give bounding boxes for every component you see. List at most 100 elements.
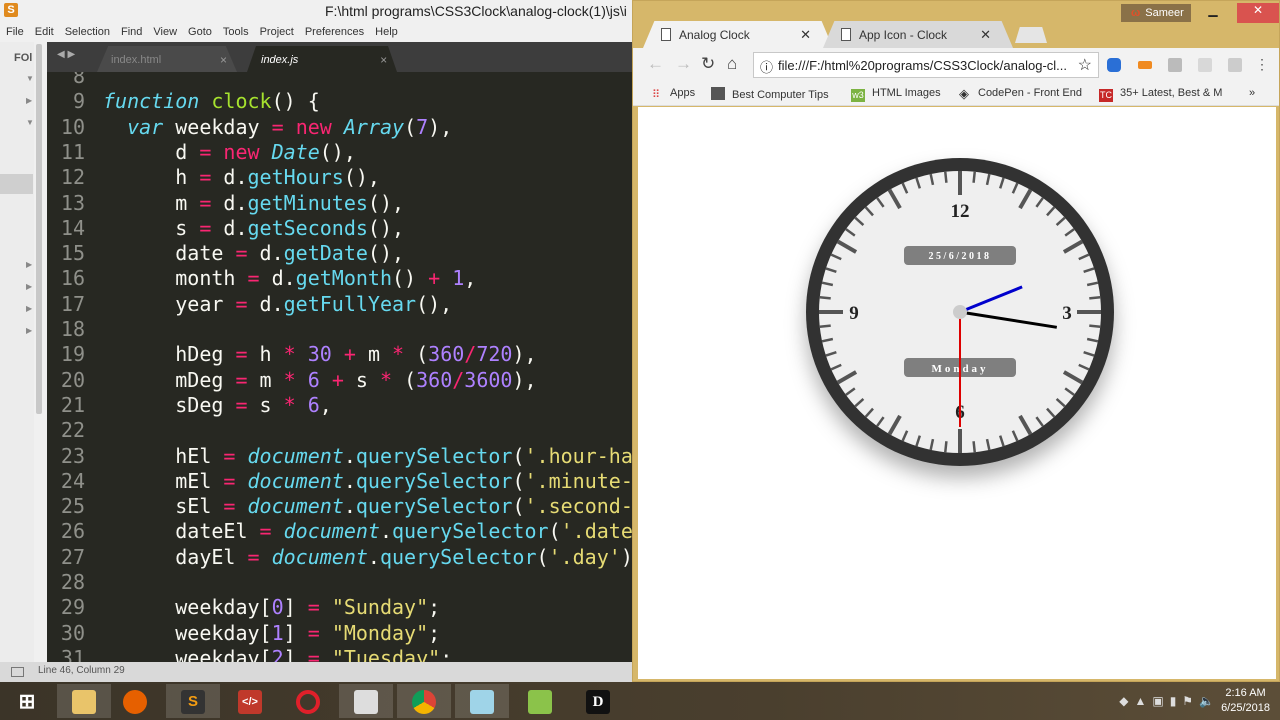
minimize-button[interactable]: ▁ xyxy=(1198,3,1228,23)
taskbar-bluestacks[interactable] xyxy=(513,684,567,718)
home-icon[interactable]: ⌂ xyxy=(727,54,737,74)
close-icon[interactable]: ✕ xyxy=(980,27,991,43)
code-token: = xyxy=(235,291,248,316)
collapse-arrow-icon[interactable]: ▶ xyxy=(26,260,32,269)
expand-arrow-icon[interactable]: ▼ xyxy=(26,74,34,83)
forward-icon[interactable]: → xyxy=(675,54,692,74)
code-line[interactable]: 11 d = new Date(), xyxy=(47,140,356,165)
tab-nav-arrows-icon[interactable]: ◀ ▶ xyxy=(57,49,75,60)
sidebar-scrollbar[interactable] xyxy=(36,44,42,414)
taskbar-chrome[interactable] xyxy=(397,684,451,718)
taskbar-d-app[interactable]: D xyxy=(571,684,625,718)
code-editor-icon: </> xyxy=(238,690,262,714)
code-token: 360 xyxy=(428,342,465,367)
code-line[interactable]: 13 m = d.getMinutes(), xyxy=(47,191,404,216)
code-line[interactable]: 22 xyxy=(47,418,103,443)
code-line[interactable]: 26 dateEl = document.querySelector('.dat… xyxy=(47,519,640,544)
tab-analog-clock[interactable]: Analog Clock ✕ xyxy=(643,21,833,48)
close-icon[interactable]: × xyxy=(380,53,387,67)
code-line[interactable]: 18 xyxy=(47,317,103,342)
extension-icon[interactable] xyxy=(1228,58,1242,72)
collapse-arrow-icon[interactable]: ▶ xyxy=(26,326,32,335)
menu-tools[interactable]: Tools xyxy=(223,26,249,38)
collapse-arrow-icon[interactable]: ▶ xyxy=(26,96,32,105)
menu-selection[interactable]: Selection xyxy=(65,26,110,38)
close-icon[interactable]: × xyxy=(220,53,227,67)
code-line[interactable]: 20 mDeg = m * 6 + s * (360/3600), xyxy=(47,368,537,393)
menu-find[interactable]: Find xyxy=(121,26,142,38)
menu-view[interactable]: View xyxy=(153,26,177,38)
menu-project[interactable]: Project xyxy=(260,26,294,38)
collapse-arrow-icon[interactable]: ▶ xyxy=(26,304,32,313)
menu-help[interactable]: Help xyxy=(375,26,398,38)
taskbar-sublime[interactable]: S xyxy=(166,684,220,718)
taskbar-notepad[interactable] xyxy=(455,684,509,718)
taskbar-clock[interactable]: 2:16 AM 6/25/2018 xyxy=(1221,686,1270,716)
console-icon[interactable] xyxy=(11,667,24,677)
minute-tick xyxy=(1089,296,1101,300)
code-line[interactable]: 17 year = d.getFullYear(), xyxy=(47,292,452,317)
code-line[interactable]: 31 weekday[2] = "Tuesday"; xyxy=(47,646,452,662)
profile-button[interactable]: ω Sameer xyxy=(1121,4,1191,22)
code-line[interactable]: 15 date = d.getDate(), xyxy=(47,241,404,266)
reload-icon[interactable]: ↻ xyxy=(701,54,715,74)
sidebar-selected-item[interactable] xyxy=(0,174,33,194)
folder-icon xyxy=(72,690,96,714)
code-line[interactable]: 10 var weekday = new Array(7), xyxy=(47,115,452,140)
bookmark-best-computer-tips[interactable]: Best Computer Tips xyxy=(711,87,829,101)
info-icon[interactable]: ⓘ xyxy=(760,57,773,76)
code-line[interactable]: 29 weekday[0] = "Sunday"; xyxy=(47,595,440,620)
tab-app-icon-clock[interactable]: App Icon - Clock ✕ xyxy=(823,21,1013,48)
code-line[interactable]: 25 sEl = document.querySelector('.second… xyxy=(47,494,640,519)
tab-index-html[interactable]: index.html × xyxy=(97,46,237,72)
code-token: '.second-h xyxy=(524,494,640,519)
code-line[interactable]: 27 dayEl = document.querySelector('.day'… xyxy=(47,545,640,570)
code-line[interactable]: 21 sDeg = s * 6, xyxy=(47,393,332,418)
menu-dots-icon[interactable]: ⋮ xyxy=(1255,56,1269,73)
menu-goto[interactable]: Goto xyxy=(188,26,212,38)
code-token: d. xyxy=(211,190,248,215)
extension-icon[interactable] xyxy=(1198,58,1212,72)
close-icon[interactable]: ✕ xyxy=(800,27,811,43)
code-line[interactable]: 30 weekday[1] = "Monday"; xyxy=(47,621,440,646)
code-token: = xyxy=(223,443,236,468)
new-tab-button[interactable] xyxy=(1015,27,1047,43)
taskbar-app[interactable] xyxy=(339,684,393,718)
taskbar-opera[interactable] xyxy=(281,684,335,718)
close-button[interactable]: ✕ xyxy=(1237,3,1279,23)
bookmark-html-images[interactable]: w3 HTML Images xyxy=(851,87,941,102)
start-button[interactable]: ⊞ xyxy=(0,684,54,718)
taskbar-file-explorer[interactable] xyxy=(57,684,111,718)
puzzle-extension-icon[interactable] xyxy=(1107,58,1121,72)
code-line[interactable]: 14 s = d.getSeconds(), xyxy=(47,216,404,241)
code-line[interactable]: 24 mEl = document.querySelector('.minute… xyxy=(47,469,640,494)
bookmark-35-latest[interactable]: TC 35+ Latest, Best & M xyxy=(1099,87,1225,102)
code-line[interactable]: 23 hEl = document.querySelector('.hour-h… xyxy=(47,444,640,469)
code-token: getFullYear xyxy=(283,291,417,316)
system-tray-icons[interactable]: ◆▲▣▮⚑🔈 xyxy=(1119,694,1220,708)
bookmarks-overflow[interactable]: » xyxy=(1249,87,1255,99)
code-line[interactable]: 19 hDeg = h * 30 + m * (360/720), xyxy=(47,342,537,367)
address-bar[interactable]: ⓘ file:///F:/html%20programs/CSS3Clock/an… xyxy=(753,52,1099,78)
taskbar-code-editor[interactable]: </> xyxy=(223,684,277,718)
code-line[interactable]: 28 xyxy=(47,570,103,595)
collapse-arrow-icon[interactable]: ▶ xyxy=(26,282,32,291)
code-token: querySelector xyxy=(392,519,549,544)
expand-arrow-icon[interactable]: ▼ xyxy=(26,118,34,127)
code-line[interactable]: 8 xyxy=(47,72,103,89)
taskbar-firefox[interactable] xyxy=(108,684,162,718)
bookmark-codepen[interactable]: ◈ CodePen - Front End xyxy=(957,87,1082,100)
code-editor[interactable]: 8 9 function clock() {10 var weekday = new… xyxy=(47,72,640,662)
code-line[interactable]: 9 function clock() { xyxy=(47,89,320,114)
tab-index-js[interactable]: index.js × xyxy=(247,46,397,72)
extension-icon[interactable] xyxy=(1138,61,1152,69)
bookmark-apps[interactable]: ⠿ Apps xyxy=(649,87,695,102)
extension-icon[interactable] xyxy=(1168,58,1182,72)
menu-preferences[interactable]: Preferences xyxy=(305,26,364,38)
menu-file[interactable]: File xyxy=(6,26,24,38)
code-line[interactable]: 16 month = d.getMonth() + 1, xyxy=(47,266,476,291)
menu-edit[interactable]: Edit xyxy=(35,26,54,38)
back-icon[interactable]: ← xyxy=(647,54,664,74)
bookmark-star-icon[interactable]: ☆ xyxy=(1078,55,1092,75)
code-line[interactable]: 12 h = d.getHours(), xyxy=(47,165,380,190)
